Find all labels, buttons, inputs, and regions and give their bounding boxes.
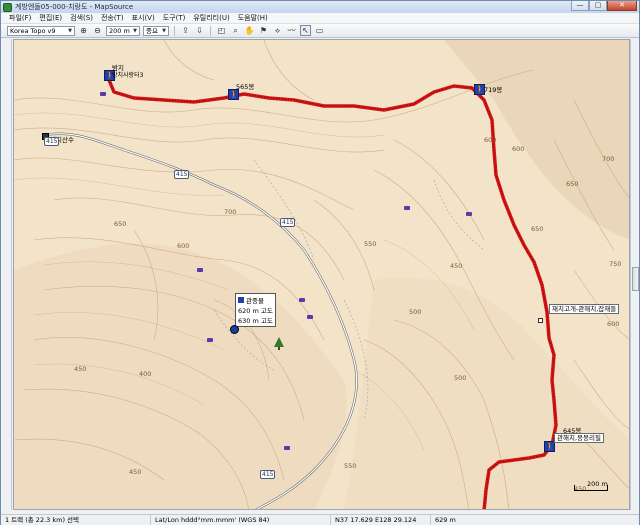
chevron-down-icon: ▼ [162, 27, 166, 34]
poi-marker-icon[interactable] [466, 212, 472, 216]
poi-marker-icon[interactable] [207, 338, 213, 342]
elevation-label: 450 [129, 468, 142, 476]
elevation-label: 750 [609, 260, 622, 268]
poi-marker-icon[interactable] [100, 92, 106, 96]
popup-title-row: 관중물 [238, 295, 273, 305]
road-415-badge: 415 [174, 170, 190, 179]
poi-marker-icon[interactable] [299, 298, 305, 302]
receive-from-device-icon[interactable]: ⇩ [194, 25, 205, 36]
left-scrollbar[interactable] [2, 39, 12, 510]
pointer-tool-icon[interactable]: ↖ [300, 25, 311, 36]
elevation-label: 500 [454, 374, 467, 382]
menu-file[interactable]: 파일(F) [5, 13, 35, 23]
road-415-badge: 415 [44, 137, 60, 146]
zoom-level-value: 200 m [109, 26, 130, 35]
zoom-tool-icon[interactable]: ⌕ [230, 25, 241, 36]
peak-565-label: 565봉 [236, 83, 255, 91]
measure-tool-icon[interactable]: ▭ [314, 25, 325, 36]
waypoint-info-popup[interactable]: 관중물 620 m 고도 630 m 고도 [235, 293, 276, 327]
topo-map [14, 40, 629, 509]
chevron-down-icon: ▼ [133, 27, 137, 34]
elevation-label: 450 [450, 262, 463, 270]
select-tool-icon[interactable]: ◰ [216, 25, 227, 36]
mapsource-window: 계방엔돌05-000-치랑도 - MapSource — ▢ ✕ 파일(F) 편… [0, 0, 640, 525]
road-415-badge: 415 [280, 218, 296, 227]
menu-help[interactable]: 도움말(H) [234, 13, 272, 23]
popup-row-elevation-1: 620 m 고도 [238, 307, 273, 315]
menu-search[interactable]: 검색(S) [66, 13, 97, 23]
popup-row-elevation-2: 630 m 고도 [238, 317, 273, 325]
waypoint-square-icon[interactable] [538, 318, 543, 323]
status-bar: 1 트랙 (총 22.3 km) 선택 Lat/Lon hddd°mm.mmm'… [1, 514, 639, 525]
place-jaechi-pass-label[interactable]: 재치고개-관해치,잡재들 [549, 304, 620, 314]
window-title: 계방엔돌05-000-치랑도 - MapSource [15, 3, 134, 11]
scrollbar-thumb[interactable] [632, 267, 639, 291]
toolbar-separator [210, 25, 211, 36]
elevation-label: 600 [484, 136, 497, 144]
waypoint-tool-icon[interactable]: ⚑ [258, 25, 269, 36]
chevron-down-icon: ▼ [68, 27, 72, 34]
elevation-label: 650 [114, 220, 127, 228]
hand-tool-icon[interactable]: ✋ [244, 25, 255, 36]
map-view[interactable]: 🚶 밤지 🚶 565봉 🚶 719봉 🚶 645봉 방치사랑터3 밤치산수 재치… [13, 39, 630, 510]
map-scale-label: 200 m [587, 480, 608, 488]
menu-utilities[interactable]: 유틸리티(U) [189, 13, 233, 23]
elevation-label: 550 [344, 462, 357, 470]
elevation-label: 700 [224, 208, 237, 216]
status-elevation: 629 m [435, 516, 456, 524]
menu-view[interactable]: 표시(V) [128, 13, 159, 23]
maximize-button[interactable]: ▢ [589, 1, 607, 11]
map-product-value: Korea Topo v9 [10, 26, 56, 35]
send-to-device-icon[interactable]: ⇪ [180, 25, 191, 36]
road-415-badge: 415 [260, 470, 276, 479]
popup-title: 관중물 [246, 297, 264, 305]
poi-marker-icon[interactable] [307, 315, 313, 319]
poi-marker-icon[interactable] [197, 268, 203, 272]
elevation-label: 650 [566, 180, 579, 188]
zoom-level-select[interactable]: 200 m ▼ [106, 25, 140, 36]
zoom-out-icon[interactable]: ⊖ [92, 25, 103, 36]
elevation-label: 600 [607, 320, 620, 328]
title-bar: 계방엔돌05-000-치랑도 - MapSource — ▢ ✕ [1, 1, 639, 13]
poi-marker-icon[interactable] [404, 206, 410, 210]
place-bangchi3-label: 방치사랑터3 [112, 72, 144, 79]
status-coordinates: N37 17.629 E128 29.124 [331, 515, 431, 525]
right-scrollbar[interactable] [630, 39, 639, 510]
toolbar-separator [174, 25, 175, 36]
track-tool-icon[interactable]: 〰 [286, 25, 297, 36]
detail-level-value: 중요 [146, 26, 158, 35]
elevation-label: 600 [512, 145, 525, 153]
selected-waypoint-icon[interactable] [230, 325, 239, 334]
menu-transfer[interactable]: 전송(T) [97, 13, 128, 23]
status-track-info: 1 트랙 (총 22.3 km) 선택 [1, 515, 151, 525]
elevation-label: 600 [177, 242, 190, 250]
elevation-label: 550 [364, 240, 377, 248]
route-tool-icon[interactable]: ⟡ [272, 25, 283, 36]
elevation-label: 700 [602, 155, 615, 163]
minimize-button[interactable]: — [571, 1, 589, 11]
map-product-select[interactable]: Korea Topo v9 ▼ [7, 25, 75, 36]
elevation-label: 500 [409, 308, 422, 316]
menu-tools[interactable]: 도구(T) [159, 13, 190, 23]
peak-719-label: 719봉 [484, 86, 503, 94]
elevation-label: 400 [139, 370, 152, 378]
menu-bar: 파일(F) 편집(E) 검색(S) 전송(T) 표시(V) 도구(T) 유틸리티… [1, 13, 639, 24]
elevation-label: 450 [74, 365, 87, 373]
elevation-label: 650 [531, 225, 544, 233]
close-button[interactable]: ✕ [607, 1, 637, 11]
zoom-in-icon[interactable]: ⊕ [78, 25, 89, 36]
app-icon [3, 2, 12, 12]
toolbar: Korea Topo v9 ▼ ⊕ ⊖ 200 m ▼ 중요 ▼ ⇪ ⇩ ◰ ⌕… [1, 24, 639, 38]
poi-marker-icon[interactable] [284, 446, 290, 450]
detail-level-select[interactable]: 중요 ▼ [143, 25, 169, 36]
status-position-format: Lat/Lon hddd°mm.mmm' (WGS 84) [151, 515, 331, 525]
menu-edit[interactable]: 편집(E) [35, 13, 66, 23]
camp-icon [238, 297, 244, 303]
place-gwanhaechi-label[interactable]: 관해치,뭉뭉리필 [554, 433, 604, 443]
